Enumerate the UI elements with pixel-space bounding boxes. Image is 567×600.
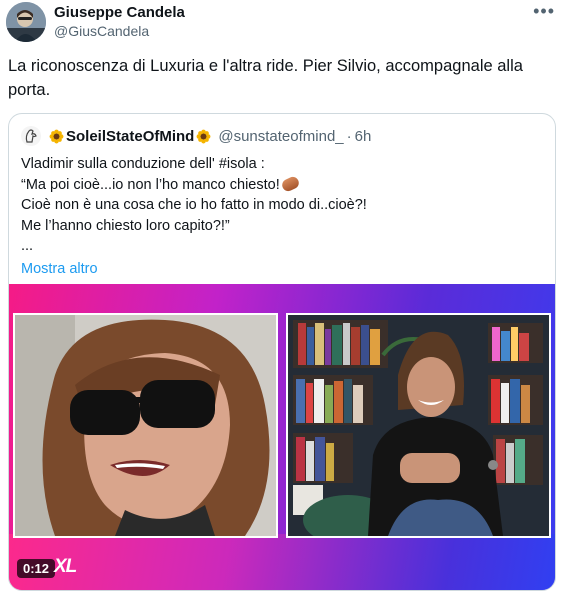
quoted-line: Cioè non è una cosa che io ho fatto in m… — [21, 197, 367, 213]
tweet: Giuseppe Candela @GiusCandela ••• La ric… — [0, 0, 567, 600]
quoted-separator: · — [346, 127, 352, 145]
tweet-text: La riconoscenza di Luxuria e l'altra rid… — [8, 57, 523, 99]
quoted-handle[interactable]: @sunstateofmind_ — [218, 128, 343, 145]
channel-logo: XL — [54, 556, 77, 577]
quoted-line: Me l’hanno chiesto loro capito?!” — [21, 217, 230, 234]
quoted-text: Vladimir sulla conduzione dell' #isola :… — [21, 154, 541, 279]
tweet-header: Giuseppe Candela @GiusCandela ••• — [6, 2, 559, 42]
quoted-line: ... — [21, 238, 34, 254]
quoted-display-name[interactable]: SoleilStateOfMind — [47, 128, 213, 145]
video-player[interactable]: 0:12 XL — [9, 284, 555, 590]
video-panel-left — [13, 313, 278, 538]
host-studio-image — [288, 315, 549, 536]
author-display-name[interactable]: Giuseppe Candela — [54, 3, 185, 22]
sausage-emoji-icon — [279, 174, 301, 193]
quoted-name-text: SoleilStateOfMind — [66, 127, 195, 145]
sunflower-icon — [49, 129, 64, 143]
author-names: Giuseppe Candela @GiusCandela — [54, 3, 185, 41]
quoted-tweet[interactable]: SoleilStateOfMind @sunstateofmind_ · 6h … — [8, 113, 556, 591]
quoted-line: Vladimir sulla conduzione dell' #isola : — [21, 156, 265, 172]
author-avatar[interactable] — [6, 2, 46, 42]
show-more-link[interactable]: Mostra altro — [21, 259, 98, 280]
woman-sunglasses-image — [15, 315, 276, 536]
author-handle[interactable]: @GiusCandela — [54, 22, 185, 41]
video-panel-right — [286, 313, 551, 538]
quoted-line: “Ma poi cioè...io non l’ho manco chiesto… — [21, 174, 541, 196]
more-horizontal-icon[interactable]: ••• — [533, 2, 555, 20]
sunflower-icon — [196, 129, 211, 143]
video-duration-badge: 0:12 — [17, 559, 56, 578]
quoted-header: SoleilStateOfMind @sunstateofmind_ · 6h — [21, 126, 371, 146]
quoted-avatar[interactable] — [21, 126, 41, 146]
quoted-timestamp[interactable]: 6h — [355, 128, 372, 145]
